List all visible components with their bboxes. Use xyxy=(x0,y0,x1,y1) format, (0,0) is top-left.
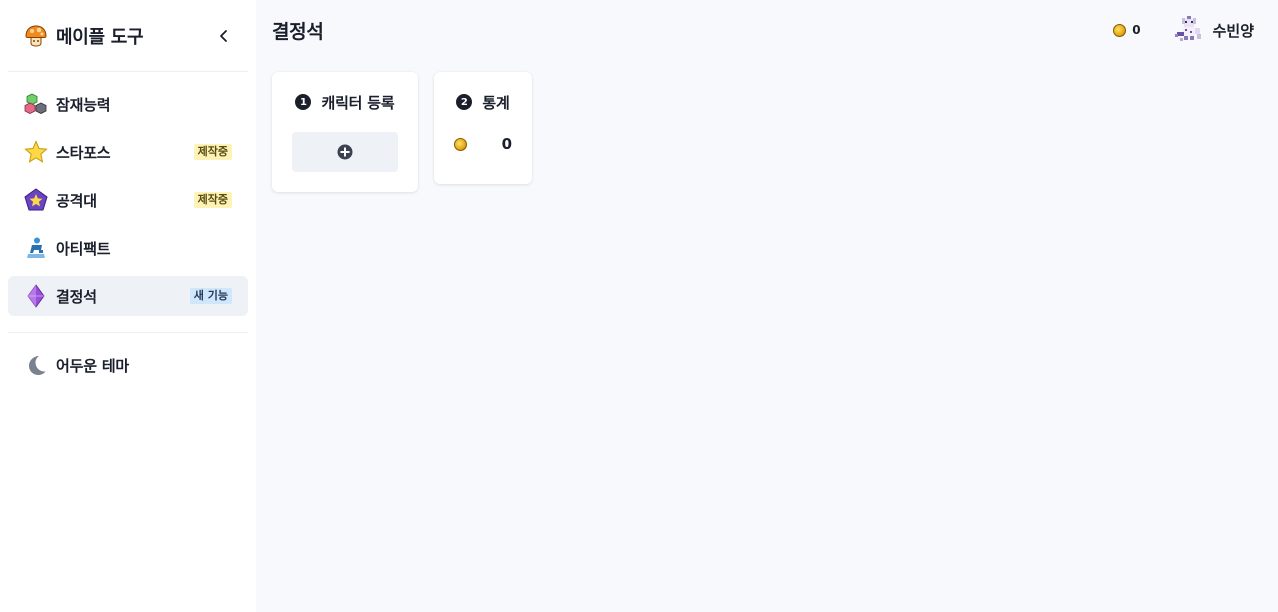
theme-section: 어두운 테마 xyxy=(8,333,248,397)
coin-icon xyxy=(1113,23,1127,37)
star-icon xyxy=(24,140,48,164)
sidebar-nav: 잠재능력 스타포스 제작중 공격대 제작중 아티팩트 결정석 새 기능 xyxy=(8,72,248,333)
sidebar-item-label: 아티팩트 xyxy=(56,239,111,258)
sidebar-item-starforce[interactable]: 스타포스 제작중 xyxy=(8,132,248,172)
dark-theme-label: 어두운 테마 xyxy=(56,356,130,375)
sidebar-item-artifact[interactable]: 아티팩트 xyxy=(8,228,248,268)
coin-stat-row: 0 xyxy=(454,134,512,154)
plus-circle-icon xyxy=(337,144,353,160)
sidebar: 메이플 도구 잠재능력 스타포스 제작중 공격대 제작중 아티팩트 결정석 새 … xyxy=(0,0,256,612)
brand-title: 메이플 도구 xyxy=(56,26,144,48)
collapse-sidebar-button[interactable] xyxy=(212,24,236,48)
pentagon-star-icon xyxy=(24,188,48,212)
step-number-badge: 2 xyxy=(456,94,473,110)
status-badge: 제작중 xyxy=(193,144,232,160)
coin-total: 0 xyxy=(1113,23,1141,37)
sidebar-item-label: 공격대 xyxy=(56,191,97,210)
card-header: 2 통계 xyxy=(454,92,512,112)
app: 메이플 도구 잠재능력 스타포스 제작중 공격대 제작중 아티팩트 결정석 새 … xyxy=(0,0,1278,612)
brand: 메이플 도구 xyxy=(8,0,248,72)
avatar xyxy=(1173,14,1205,46)
coin-total-value: 0 xyxy=(1132,23,1141,37)
chevron-left-icon xyxy=(220,29,227,42)
sidebar-item-label: 결정석 xyxy=(56,287,97,306)
dark-theme-toggle[interactable]: 어두운 테마 xyxy=(8,345,248,385)
statistics-card: 2 통계 0 xyxy=(434,72,532,184)
mushroom-icon xyxy=(24,24,48,48)
sidebar-item-label: 스타포스 xyxy=(56,143,111,162)
top-bar: 결정석 0 수빈양 xyxy=(256,0,1278,60)
character-register-card: 1 캐릭터 등록 xyxy=(272,72,418,192)
main-content: 결정석 0 수빈양 1 캐릭터 등록 2 통계 0 xyxy=(256,0,1278,612)
moon-icon xyxy=(24,353,48,377)
page-title: 결정석 xyxy=(272,20,324,43)
card-title: 캐릭터 등록 xyxy=(321,93,395,112)
card-title: 통계 xyxy=(482,93,510,112)
user-menu[interactable]: 수빈양 xyxy=(1173,14,1254,46)
crystal-icon xyxy=(24,284,48,308)
cubes-icon xyxy=(24,92,48,116)
card-row: 1 캐릭터 등록 2 통계 0 xyxy=(256,60,1278,204)
sidebar-item-potential[interactable]: 잠재능력 xyxy=(8,84,248,124)
user-name: 수빈양 xyxy=(1212,21,1254,40)
coin-stat-value: 0 xyxy=(501,135,512,153)
sidebar-item-crystal[interactable]: 결정석 새 기능 xyxy=(8,276,248,316)
sidebar-item-label: 잠재능력 xyxy=(56,95,111,114)
add-character-button[interactable] xyxy=(292,132,398,172)
step-number-badge: 1 xyxy=(295,94,312,110)
status-badge: 제작중 xyxy=(193,192,232,208)
sidebar-item-raid[interactable]: 공격대 제작중 xyxy=(8,180,248,220)
figure-icon xyxy=(24,236,48,260)
new-feature-badge: 새 기능 xyxy=(189,288,232,304)
card-header: 1 캐릭터 등록 xyxy=(292,92,398,112)
coin-icon xyxy=(454,137,467,151)
